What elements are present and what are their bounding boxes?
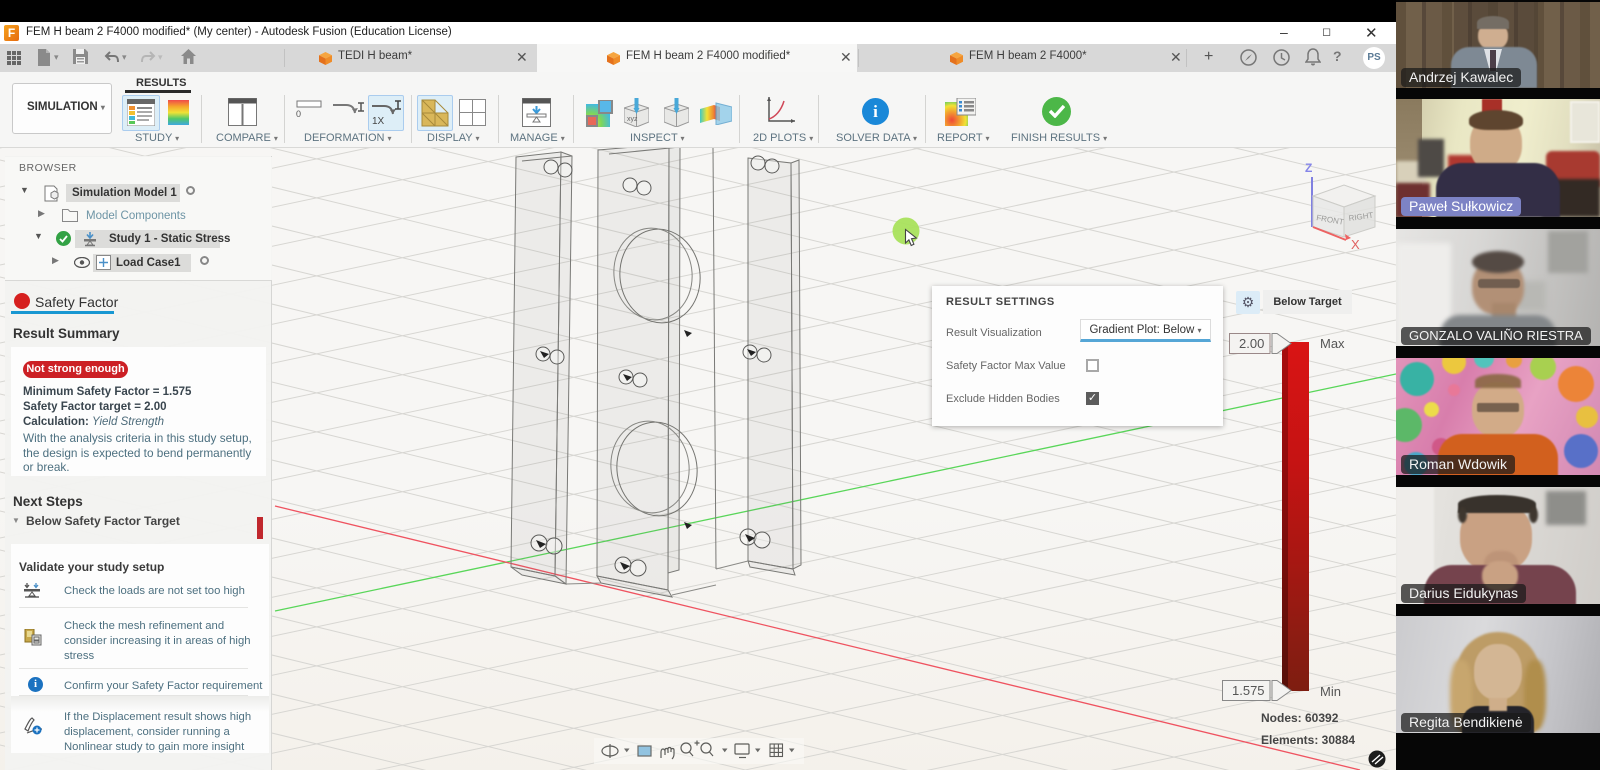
svg-text:1.575: 1.575 [1232, 683, 1265, 698]
svg-text:Z: Z [1305, 161, 1312, 175]
svg-text:1X: 1X [372, 116, 385, 126]
svg-text:xyz: xyz [627, 116, 638, 123]
svg-text:X: X [1351, 237, 1360, 252]
svg-text:2.00: 2.00 [1239, 336, 1264, 351]
svg-text:0: 0 [296, 109, 301, 118]
